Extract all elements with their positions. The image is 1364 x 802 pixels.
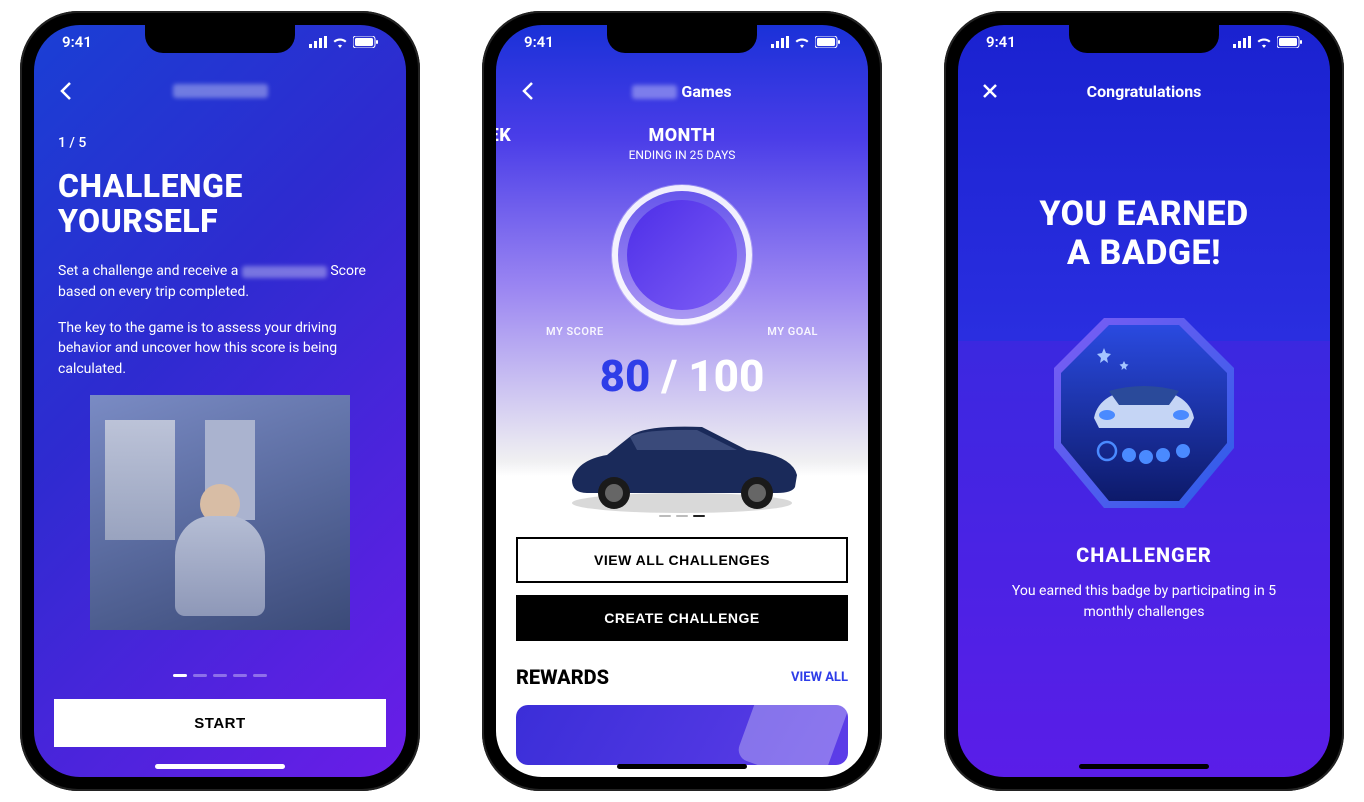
battery-icon bbox=[815, 36, 840, 48]
screen-games: 9:41 Games EEK MONTH ENDING IN 25 DAYS bbox=[496, 25, 868, 777]
page-dots bbox=[34, 674, 406, 677]
tab-month-sub: ENDING IN 25 DAYS bbox=[629, 148, 736, 162]
home-indicator[interactable] bbox=[1079, 764, 1209, 769]
back-button[interactable] bbox=[54, 79, 78, 103]
score-labels: MY SCORE MY GOAL bbox=[496, 325, 868, 338]
badge-name: CHALLENGER bbox=[958, 543, 1330, 567]
label-my-score: MY SCORE bbox=[546, 325, 604, 338]
nav-title-redacted bbox=[632, 85, 677, 99]
home-indicator[interactable] bbox=[617, 764, 747, 769]
view-challenges-button[interactable]: VIEW ALL CHALLENGES bbox=[516, 537, 848, 583]
signal-icon bbox=[309, 36, 327, 48]
score-value: 80 bbox=[600, 350, 651, 402]
redacted-brand bbox=[242, 266, 327, 278]
nav-bar bbox=[34, 71, 406, 111]
score-display: 80 / 100 bbox=[496, 350, 868, 402]
intro-paragraph-2: The key to the game is to assess your dr… bbox=[58, 318, 382, 379]
dot-5[interactable] bbox=[253, 674, 267, 677]
dot-4[interactable] bbox=[233, 674, 247, 677]
signal-icon bbox=[771, 36, 789, 48]
chevron-left-icon bbox=[60, 81, 72, 101]
back-button[interactable] bbox=[516, 79, 540, 103]
label-my-goal: MY GOAL bbox=[767, 325, 818, 338]
onboarding-body: 1 / 5 CHALLENGE YOURSELF Set a challenge… bbox=[34, 25, 406, 630]
signal-icon bbox=[1233, 36, 1251, 48]
nav-title: Congratulations bbox=[1087, 82, 1202, 101]
badge-description: You earned this badge by participating i… bbox=[996, 581, 1292, 623]
progress-ring bbox=[612, 185, 752, 325]
intro-paragraph-1: Set a challenge and receive a Score base… bbox=[58, 261, 382, 302]
step-counter: 1 / 5 bbox=[58, 135, 382, 151]
wifi-icon bbox=[1256, 36, 1272, 48]
status-time: 9:41 bbox=[986, 33, 1016, 51]
score-slash: / bbox=[650, 350, 688, 402]
phone-frame-1: 9:41 1 / 5 CHALLENGE YOURSELF Set a chal… bbox=[20, 11, 420, 791]
screen-onboarding: 9:41 1 / 5 CHALLENGE YOURSELF Set a chal… bbox=[34, 25, 406, 777]
nav-title-redacted bbox=[173, 84, 268, 98]
rewards-card[interactable] bbox=[516, 705, 848, 765]
rewards-header: REWARDS VIEW ALL bbox=[516, 665, 848, 689]
wifi-icon bbox=[332, 36, 348, 48]
dot-1[interactable] bbox=[173, 674, 187, 677]
status-right bbox=[309, 33, 378, 51]
status-time: 9:41 bbox=[524, 33, 554, 51]
dot-3[interactable] bbox=[213, 674, 227, 677]
car-icon bbox=[552, 415, 812, 515]
congrats-body: YOU EARNED A BADGE! bbox=[958, 25, 1330, 623]
person-illustration bbox=[175, 484, 265, 616]
battery-icon bbox=[1277, 36, 1302, 48]
badge-illustration bbox=[1049, 313, 1239, 513]
nav-bar: Games bbox=[496, 71, 868, 111]
screen-congrats: 9:41 Congratulations YOU EARNED A BADGE! bbox=[958, 25, 1330, 777]
carousel-dots bbox=[496, 515, 868, 517]
status-right bbox=[1233, 33, 1302, 51]
page-title: CHALLENGE YOURSELF bbox=[58, 169, 382, 239]
notch bbox=[607, 25, 757, 53]
rewards-view-all-link[interactable]: VIEW ALL bbox=[791, 670, 848, 685]
dot-2[interactable] bbox=[193, 674, 207, 677]
wifi-icon bbox=[794, 36, 810, 48]
phone-frame-3: 9:41 Congratulations YOU EARNED A BADGE! bbox=[944, 11, 1344, 791]
create-challenge-button[interactable]: CREATE CHALLENGE bbox=[516, 595, 848, 641]
phone-frame-2: 9:41 Games EEK MONTH ENDING IN 25 DAYS bbox=[482, 11, 882, 791]
tab-month-label: MONTH bbox=[629, 125, 736, 146]
dot-1[interactable] bbox=[659, 515, 671, 517]
notch bbox=[1069, 25, 1219, 53]
rewards-title: REWARDS bbox=[516, 665, 609, 689]
hero-image bbox=[90, 395, 350, 630]
dot-3[interactable] bbox=[693, 515, 705, 517]
chevron-left-icon bbox=[522, 81, 534, 101]
nav-bar: Congratulations bbox=[958, 71, 1330, 111]
close-icon bbox=[982, 83, 998, 99]
badge-icon bbox=[1049, 313, 1239, 513]
congrats-title: YOU EARNED A BADGE! bbox=[958, 195, 1330, 273]
status-right bbox=[771, 33, 840, 51]
home-indicator[interactable] bbox=[155, 764, 285, 769]
close-button[interactable] bbox=[978, 79, 1002, 103]
dot-2[interactable] bbox=[676, 515, 688, 517]
nav-title: Games bbox=[632, 82, 731, 101]
battery-icon bbox=[353, 36, 378, 48]
car-illustration bbox=[552, 415, 812, 519]
tab-month[interactable]: MONTH ENDING IN 25 DAYS bbox=[629, 125, 736, 162]
start-button[interactable]: START bbox=[54, 699, 386, 747]
notch bbox=[145, 25, 295, 53]
tab-week[interactable]: EEK bbox=[496, 125, 511, 146]
status-time: 9:41 bbox=[62, 33, 92, 51]
period-tabs: EEK MONTH ENDING IN 25 DAYS bbox=[496, 125, 868, 162]
goal-value: 100 bbox=[688, 350, 764, 402]
